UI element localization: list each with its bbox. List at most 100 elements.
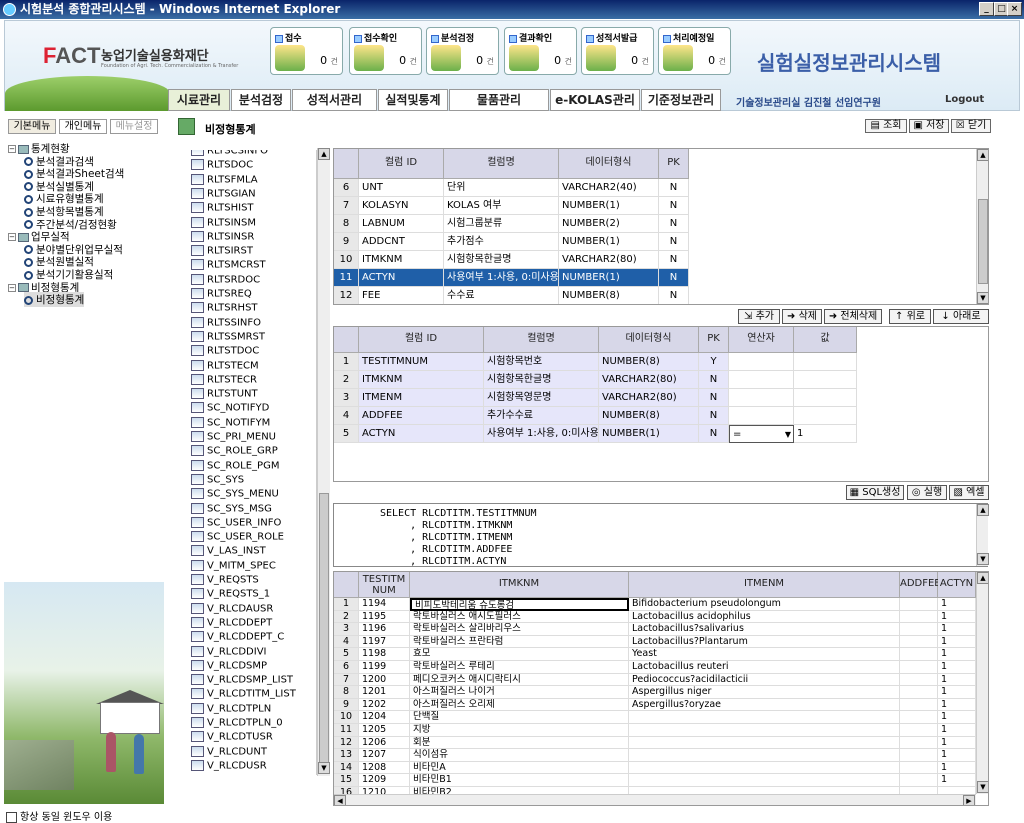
grid-cell[interactable]: NUMBER(2) bbox=[559, 215, 659, 233]
menu-item[interactable]: 분석검정 bbox=[231, 89, 291, 111]
scroll-up-arrow[interactable]: ▲ bbox=[977, 504, 989, 516]
grid-cell[interactable]: 식이섬유 bbox=[410, 749, 629, 762]
logout-button[interactable]: Logout bbox=[945, 94, 984, 105]
scroll-right-arrow[interactable]: ▶ bbox=[963, 795, 975, 805]
grid-cell[interactable]: N bbox=[659, 269, 689, 287]
grid-cell[interactable]: VARCHAR2(80) bbox=[599, 389, 699, 407]
grid-cell[interactable]: 11 bbox=[334, 269, 359, 287]
delete-column-button[interactable]: ➜ 삭제 bbox=[782, 309, 822, 324]
grid-cell[interactable] bbox=[629, 761, 900, 775]
table-list-item[interactable]: SC_SYS_MSG bbox=[191, 503, 272, 514]
table-list-item[interactable]: SC_SYS_MENU bbox=[191, 488, 279, 500]
grid-cell[interactable]: 6 bbox=[334, 179, 359, 197]
grid-cell[interactable]: Lactobacillus acidophilus bbox=[629, 610, 900, 624]
status-box-1[interactable]: 접수확인 0 건 bbox=[349, 27, 422, 75]
table-list-item[interactable]: RLTSGIAN bbox=[191, 188, 256, 199]
grid-cell[interactable]: ACTYN bbox=[359, 269, 444, 287]
grid-cell[interactable]: 5 bbox=[334, 425, 359, 443]
table-list-item[interactable]: SC_USER_ROLE bbox=[191, 531, 284, 543]
grid-cell[interactable] bbox=[729, 407, 794, 425]
grid-cell[interactable]: 6 bbox=[334, 661, 359, 674]
grid-cell[interactable]: 1 bbox=[334, 598, 359, 611]
table-list-item[interactable]: V_LAS_INST bbox=[191, 545, 266, 557]
table-list-item[interactable]: RLTSTECR bbox=[191, 374, 257, 385]
table-list-item[interactable]: RLTSCSINFO bbox=[191, 150, 268, 157]
menu-item[interactable]: 실적및통계 bbox=[378, 89, 448, 111]
menu-item[interactable]: e-KOLAS관리 bbox=[550, 89, 640, 111]
grid-cell[interactable]: N bbox=[659, 179, 689, 197]
operator-select[interactable]: = ▼ bbox=[729, 425, 794, 443]
table-list-item[interactable]: V_RLCDTPLN bbox=[191, 703, 271, 714]
grid-cell[interactable]: 추가점수 bbox=[444, 233, 559, 251]
table-list-item[interactable]: V_RLCDUSR bbox=[191, 760, 267, 771]
grid-cell[interactable]: N bbox=[659, 233, 689, 251]
grid-cell[interactable]: Pediococcus?acidilacticii bbox=[629, 673, 900, 687]
table-list-item[interactable]: V_RLCDDEPT_C bbox=[191, 631, 284, 643]
table-list-item[interactable]: V_RLCDDIVI bbox=[191, 646, 266, 657]
table-list-item[interactable]: SC_NOTIFYM bbox=[191, 417, 270, 428]
grid-cell[interactable]: 락토바실러스 애시도필러스 bbox=[410, 610, 629, 624]
table-list-item[interactable]: V_RLCDSMP bbox=[191, 660, 267, 671]
grid-cell[interactable]: 1200 bbox=[359, 673, 410, 687]
result-grid-scrollbar[interactable]: ▲ ▼ bbox=[976, 572, 988, 794]
grid-cell[interactable]: 락토바실러스 살리바리우스 bbox=[410, 623, 629, 636]
grid-cell[interactable]: 1 bbox=[938, 623, 976, 636]
table-list-item[interactable]: RLTSINSM bbox=[191, 217, 256, 228]
minimize-button[interactable]: _ bbox=[979, 2, 994, 16]
grid-cell[interactable]: Lactobacillus?Plantarum bbox=[629, 635, 900, 649]
table-list-item[interactable]: RLTSSMRST bbox=[191, 331, 265, 342]
grid-cell[interactable]: 단위 bbox=[444, 179, 559, 197]
grid-cell[interactable]: N bbox=[699, 389, 729, 407]
grid-cell[interactable]: VARCHAR2(80) bbox=[599, 371, 699, 389]
grid-cell[interactable]: 1209 bbox=[359, 774, 410, 787]
tab-basic-menu[interactable]: 기본메뉴 bbox=[8, 119, 56, 134]
result-grid-hscrollbar[interactable]: ◀ ▶ bbox=[334, 794, 976, 805]
grid-cell[interactable]: 5 bbox=[334, 648, 359, 661]
grid-cell[interactable]: 7 bbox=[334, 673, 359, 687]
grid-cell[interactable]: 1198 bbox=[359, 648, 410, 661]
move-up-button[interactable]: ↑ 위로 bbox=[889, 309, 931, 324]
grid-cell[interactable]: 2 bbox=[334, 371, 359, 389]
grid-cell[interactable]: 1197 bbox=[359, 635, 410, 649]
grid-cell[interactable]: NUMBER(8) bbox=[599, 407, 699, 425]
table-list-item[interactable]: SC_SYS bbox=[191, 474, 244, 485]
menu-item[interactable]: 시료관리 bbox=[168, 89, 230, 111]
grid-cell[interactable]: 지방 bbox=[410, 724, 629, 737]
grid-cell[interactable] bbox=[900, 774, 938, 787]
table-list-item[interactable]: SC_PRI_MENU bbox=[191, 431, 276, 443]
grid-cell[interactable]: Y bbox=[699, 353, 729, 371]
grid-cell[interactable] bbox=[900, 686, 938, 699]
grid-cell[interactable] bbox=[629, 774, 900, 787]
grid-cell[interactable]: ITMKNM bbox=[359, 371, 484, 389]
grid-cell[interactable]: 추가수수료 bbox=[484, 407, 599, 425]
grid-cell[interactable]: N bbox=[659, 251, 689, 269]
scroll-down-arrow[interactable]: ▼ bbox=[977, 553, 989, 565]
grid-cell[interactable]: Aspergillus niger bbox=[629, 686, 900, 699]
grid-cell[interactable]: NUMBER(1) bbox=[599, 425, 699, 443]
grid-cell[interactable]: 9 bbox=[334, 233, 359, 251]
grid-cell[interactable]: 8 bbox=[334, 215, 359, 233]
grid-cell[interactable]: 비타민A bbox=[410, 761, 629, 775]
grid-cell[interactable]: NUMBER(1) bbox=[559, 233, 659, 251]
table-list-item[interactable]: V_RLCDTUSR bbox=[191, 731, 273, 743]
scroll-thumb[interactable] bbox=[319, 493, 329, 763]
search-button[interactable]: ▤ 조회 bbox=[865, 119, 907, 133]
table-list-item[interactable]: RLTSRDOC bbox=[191, 274, 260, 285]
grid-cell[interactable]: 1195 bbox=[359, 610, 410, 624]
grid-cell[interactable]: 단백질 bbox=[410, 711, 629, 724]
fact-logo[interactable]: FACT bbox=[43, 43, 100, 69]
grid-cell[interactable]: 1 bbox=[794, 425, 857, 443]
table-list-item[interactable]: RLTSTUNT bbox=[191, 388, 258, 400]
grid-cell[interactable]: NUMBER(8) bbox=[559, 287, 659, 304]
grid-cell[interactable] bbox=[729, 353, 794, 371]
grid-cell[interactable]: Lactobacillus reuteri bbox=[629, 661, 900, 674]
grid-cell[interactable] bbox=[900, 623, 938, 636]
table-list-item[interactable]: V_REQSTS_1 bbox=[191, 588, 270, 600]
grid-cell[interactable]: 1205 bbox=[359, 724, 410, 737]
grid-cell[interactable] bbox=[900, 724, 938, 737]
scroll-down-arrow[interactable]: ▼ bbox=[318, 762, 330, 774]
grid-cell[interactable]: 1201 bbox=[359, 686, 410, 699]
table-list-item[interactable]: SC_ROLE_PGM bbox=[191, 460, 279, 471]
grid-cell[interactable]: 시험그룹분류 bbox=[444, 215, 559, 233]
grid-cell[interactable]: 락토바실러스 프란타럼 bbox=[410, 635, 629, 649]
